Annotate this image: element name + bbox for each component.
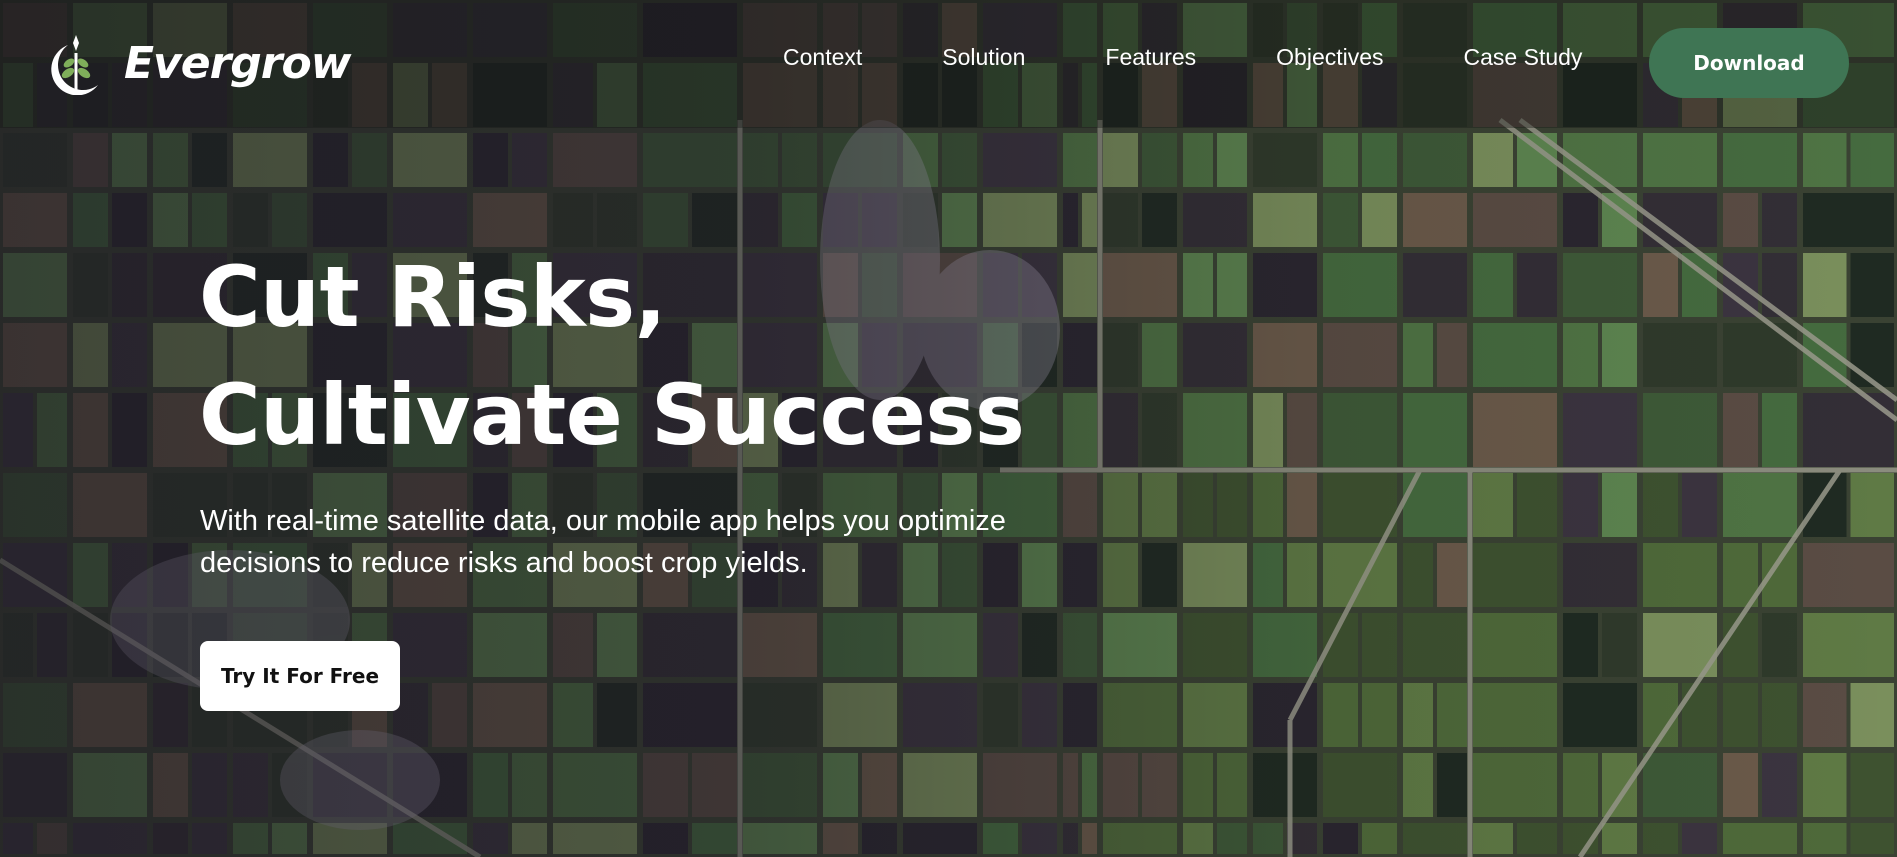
hero-title: Cut Risks, Cultivate Success xyxy=(199,238,1025,474)
hero-title-line-2: Cultivate Success xyxy=(199,366,1025,464)
nav-link-context[interactable]: Context xyxy=(783,44,862,71)
brand-name: Evergrow xyxy=(124,37,351,89)
download-button[interactable]: Download xyxy=(1649,28,1849,98)
top-navbar: Evergrow Context Solution Features Objec… xyxy=(0,0,1897,128)
main-nav: Context Solution Features Objectives Cas… xyxy=(783,44,1582,71)
nav-link-solution[interactable]: Solution xyxy=(942,44,1025,71)
hero-subtitle: With real-time satellite data, our mobil… xyxy=(200,505,1006,579)
nav-link-case-study[interactable]: Case Study xyxy=(1464,44,1583,71)
nav-link-objectives[interactable]: Objectives xyxy=(1276,44,1383,71)
brand-logo[interactable]: Evergrow xyxy=(48,30,351,96)
seedling-moon-icon xyxy=(51,35,98,95)
hero-title-line-1: Cut Risks, xyxy=(199,248,667,346)
nav-link-features[interactable]: Features xyxy=(1105,44,1196,71)
try-for-free-button[interactable]: Try It For Free xyxy=(200,641,400,711)
